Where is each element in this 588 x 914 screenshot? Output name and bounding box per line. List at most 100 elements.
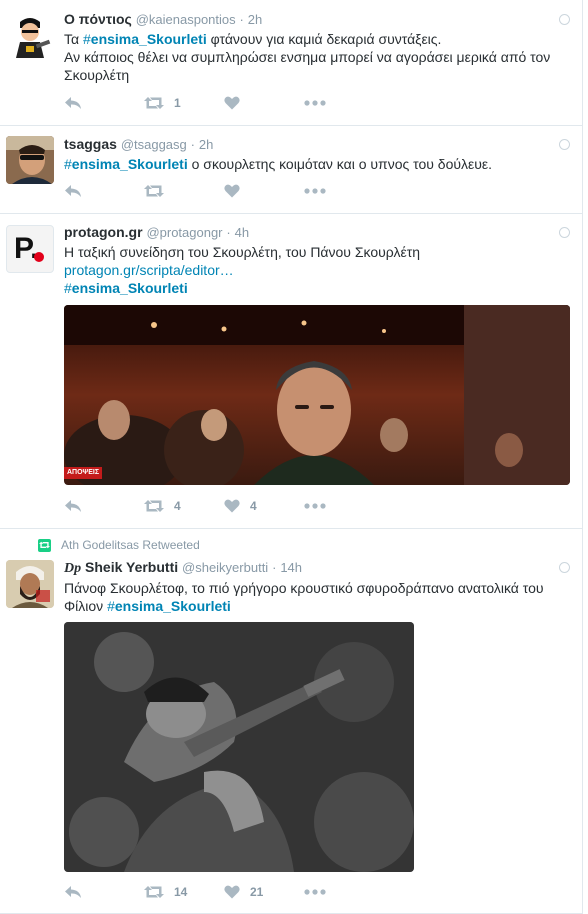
retweet-button[interactable] <box>144 184 224 198</box>
hashtag-link[interactable]: #ensima_Skourleti <box>83 31 207 47</box>
like-button[interactable]: 21 <box>224 885 304 899</box>
like-button[interactable] <box>224 184 304 198</box>
image-badge: ΑΠΟΨΕΙΣ <box>67 469 100 476</box>
avatar[interactable] <box>6 12 54 60</box>
protagon-logo: P. <box>14 231 38 267</box>
tweet-text-part: Τα <box>64 31 83 47</box>
avatar[interactable]: P. <box>6 225 54 273</box>
tweet-actions: 4 4 <box>64 496 384 516</box>
heart-icon <box>224 96 240 110</box>
reply-icon <box>64 885 82 899</box>
retweet-context: Ath Godelitsas Retweeted <box>38 538 200 552</box>
tweet-1[interactable]: Ο πόντιος @kaienaspontios · 2h Τα #ensim… <box>0 0 582 126</box>
bearded-man-photo-icon <box>6 560 54 608</box>
tweet-text-line: Αν κάποιος θέλει να συμπληρώσει ενσημα μ… <box>64 49 551 83</box>
tweet-header: tsaggas @tsaggasg · 2h <box>64 135 568 154</box>
author-handle[interactable]: @tsaggasg <box>121 137 187 152</box>
heart-icon <box>224 499 240 513</box>
hashtag-link[interactable]: #ensima_Skourleti <box>64 280 188 296</box>
reply-button[interactable] <box>64 885 144 899</box>
separator-dot: · <box>226 225 231 240</box>
more-dots-icon <box>304 503 326 509</box>
tweet-photo[interactable]: ΑΠΟΨΕΙΣ <box>64 305 570 485</box>
heart-icon <box>224 885 240 899</box>
retweet-count: 14 <box>174 885 188 899</box>
author-name[interactable]: Ο πόντιος <box>64 11 132 27</box>
tweet-actions <box>64 181 384 201</box>
author-name[interactable]: tsaggas <box>64 136 117 152</box>
retweet-button[interactable]: 1 <box>144 96 224 110</box>
tweet-4[interactable]: Ath Godelitsas Retweeted Dp Sheik Yerbut… <box>0 528 582 914</box>
separator-dot: · <box>239 12 244 27</box>
tweet-header: protagon.gr @protagongr · 4h <box>64 223 568 242</box>
retweet-icon <box>144 96 164 110</box>
more-button[interactable] <box>304 503 384 509</box>
retweet-icon <box>144 499 164 513</box>
retweet-count: 4 <box>174 499 181 513</box>
timestamp[interactable]: 4h <box>235 225 249 240</box>
tweet-photo[interactable] <box>64 622 414 872</box>
globe-icon <box>559 227 570 238</box>
like-count: 21 <box>250 885 264 899</box>
hashtag-text: ensima_Skourleti <box>71 156 188 172</box>
hashtag-symbol: # <box>107 598 115 614</box>
hashtag-link[interactable]: #ensima_Skourleti <box>64 156 188 172</box>
globe-icon <box>559 14 570 25</box>
cartoon-avatar-icon <box>6 12 54 60</box>
reply-button[interactable] <box>64 499 144 513</box>
more-button[interactable] <box>304 100 384 106</box>
reply-button[interactable] <box>64 96 144 110</box>
author-handle[interactable]: @kaienaspontios <box>136 12 236 27</box>
like-button[interactable] <box>224 96 304 110</box>
tweet-2[interactable]: tsaggas @tsaggasg · 2h #ensima_Skourleti… <box>0 125 582 214</box>
reply-icon <box>64 184 82 198</box>
reply-icon <box>64 499 82 513</box>
article-link[interactable]: protagon.gr/scripta/editor… <box>64 262 234 278</box>
more-dots-icon <box>304 100 326 106</box>
miner-drill-photo-image <box>64 622 414 872</box>
person-photo-icon <box>6 136 54 184</box>
retweet-button[interactable]: 14 <box>144 885 224 899</box>
hashtag-symbol: # <box>64 280 72 296</box>
tweet-feed: Ο πόντιος @kaienaspontios · 2h Τα #ensim… <box>0 0 583 914</box>
timestamp[interactable]: 14h <box>280 560 302 575</box>
tweet-text: Τα #ensima_Skourleti φτάνουν για καμιά δ… <box>64 30 568 84</box>
hashtag-link[interactable]: #ensima_Skourleti <box>107 598 231 614</box>
hashtag-text: ensima_Skourleti <box>71 280 188 296</box>
more-dots-icon <box>304 889 326 895</box>
retweet-badge-icon <box>38 538 51 552</box>
more-button[interactable] <box>304 188 384 194</box>
reply-button[interactable] <box>64 184 144 198</box>
avatar[interactable] <box>6 136 54 184</box>
like-count: 4 <box>250 499 257 513</box>
audience-photo-image <box>64 305 570 485</box>
tweet-text: Πάνοφ Σκουρλέτοφ, το πιό γρήγορο κρουστι… <box>64 579 568 615</box>
red-dot-icon <box>34 252 44 262</box>
retweet-button[interactable]: 4 <box>144 499 224 513</box>
more-button[interactable] <box>304 889 384 895</box>
hashtag-text: ensima_Skourleti <box>90 31 207 47</box>
tweet-3[interactable]: P. protagon.gr @protagongr · 4h Η ταξική… <box>0 213 582 529</box>
hashtag-text: ensima_Skourleti <box>114 598 231 614</box>
retweet-icon <box>144 184 164 198</box>
tweet-text: Η ταξική συνείδηση του Σκουρλέτη, του Πά… <box>64 243 568 297</box>
hashtag-symbol: # <box>64 156 72 172</box>
tweet-text-part: ο σκουρλετης κοιμόταν και ο υπνος του δο… <box>187 156 493 172</box>
timestamp[interactable]: 2h <box>248 12 262 27</box>
tweet-header: Dp Sheik Yerbutti @sheikyerbutti · 14h <box>64 558 568 578</box>
author-name[interactable]: Dp Sheik Yerbutti <box>64 559 178 576</box>
author-name[interactable]: protagon.gr <box>64 224 143 240</box>
author-handle[interactable]: @protagongr <box>146 225 222 240</box>
more-dots-icon <box>304 188 326 194</box>
like-button[interactable]: 4 <box>224 499 304 513</box>
hashtag-symbol: # <box>83 31 91 47</box>
tweet-text: #ensima_Skourleti ο σκουρλετης κοιμόταν … <box>64 155 568 173</box>
author-handle[interactable]: @sheikyerbutti <box>182 560 268 575</box>
avatar[interactable] <box>6 560 54 608</box>
retweeted-by-text[interactable]: Ath Godelitsas Retweeted <box>61 538 200 552</box>
retweet-count: 1 <box>174 96 181 110</box>
tweet-actions: 1 <box>64 93 384 113</box>
separator-dot: · <box>190 137 196 152</box>
timestamp[interactable]: 2h <box>199 137 213 152</box>
tweet-text-part: φτάνουν για καμιά δεκαριά συντάξεις. <box>206 31 442 47</box>
